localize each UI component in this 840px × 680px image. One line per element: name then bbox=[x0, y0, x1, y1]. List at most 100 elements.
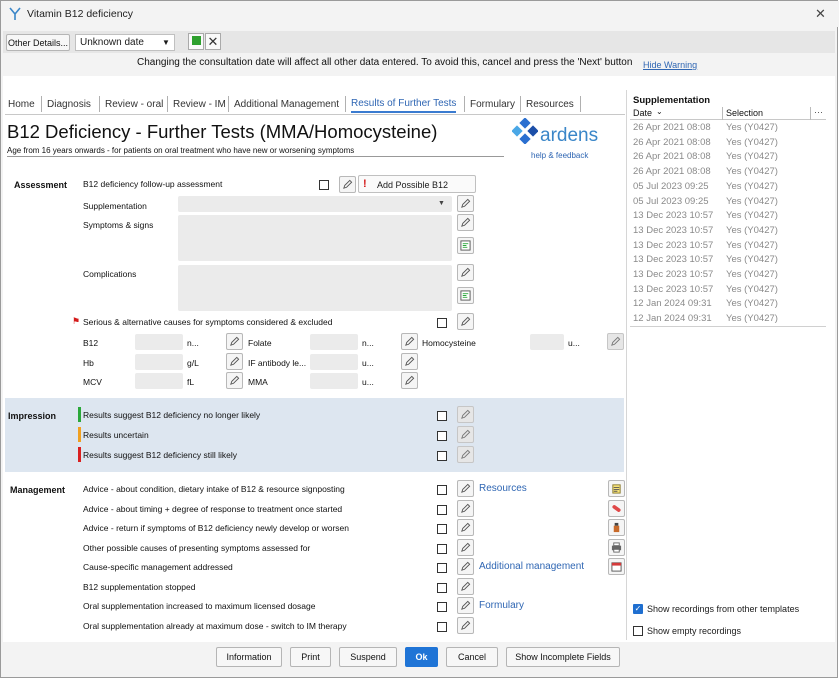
b12-value-field[interactable] bbox=[135, 334, 183, 350]
pencil-icon[interactable] bbox=[607, 333, 624, 350]
impression-color-bar bbox=[78, 447, 81, 462]
hide-warning-link[interactable]: Hide Warning bbox=[643, 60, 697, 70]
formulary-link[interactable]: Formulary bbox=[479, 600, 524, 611]
show-incomplete-fields-button[interactable]: Show Incomplete Fields bbox=[506, 647, 620, 667]
medicine-bottle-icon[interactable] bbox=[608, 519, 625, 536]
tab-resources[interactable]: Resources bbox=[526, 95, 574, 113]
tab-review-im[interactable]: Review - IM bbox=[173, 95, 226, 113]
history-row[interactable]: 26 Apr 2021 08:08 Yes (Y0427) bbox=[630, 151, 826, 165]
tab-additional-management[interactable]: Additional Management bbox=[234, 95, 339, 113]
clear-date-button[interactable]: ✕ bbox=[205, 33, 221, 50]
resources-link[interactable]: Resources bbox=[479, 483, 527, 494]
symptoms-field[interactable] bbox=[178, 215, 452, 261]
add-possible-b12-button[interactable]: ! Add Possible B12 bbox=[358, 175, 476, 193]
mma-value-field[interactable] bbox=[310, 373, 358, 389]
impression-checkbox[interactable] bbox=[437, 451, 447, 461]
show-empty-checkbox[interactable] bbox=[633, 626, 643, 636]
history-row[interactable]: 26 Apr 2021 08:08 Yes (Y0427) bbox=[630, 137, 826, 151]
tab-diagnosis[interactable]: Diagnosis bbox=[47, 95, 91, 113]
history-row[interactable]: 13 Dec 2023 10:57 Yes (Y0427) bbox=[630, 284, 826, 298]
management-checkbox[interactable] bbox=[437, 602, 447, 612]
history-row[interactable]: 05 Jul 2023 09:25 Yes (Y0427) bbox=[630, 181, 826, 195]
date-select[interactable]: Unknown date ▼ bbox=[75, 34, 175, 51]
pencil-icon[interactable] bbox=[457, 539, 474, 556]
pencil-icon[interactable] bbox=[457, 500, 474, 517]
history-row[interactable]: 13 Dec 2023 10:57 Yes (Y0427) bbox=[630, 225, 826, 239]
supplementation-select[interactable]: ▼ bbox=[178, 196, 452, 212]
pencil-icon[interactable] bbox=[457, 558, 474, 575]
followup-checkbox[interactable] bbox=[319, 180, 329, 190]
pencil-icon[interactable] bbox=[401, 333, 418, 350]
more-icon[interactable]: ⋯ bbox=[814, 107, 823, 118]
calendar-icon[interactable] bbox=[608, 558, 625, 575]
history-row[interactable]: 12 Jan 2024 09:31 Yes (Y0427) bbox=[630, 298, 826, 312]
notepad-icon[interactable] bbox=[608, 480, 625, 497]
pencil-icon[interactable] bbox=[457, 313, 474, 330]
pencil-icon[interactable] bbox=[457, 426, 474, 443]
pencil-icon[interactable] bbox=[226, 353, 243, 370]
pencil-icon[interactable] bbox=[457, 617, 474, 634]
pencil-icon[interactable] bbox=[457, 480, 474, 497]
pencil-icon[interactable] bbox=[226, 372, 243, 389]
pencil-icon[interactable] bbox=[457, 264, 474, 281]
pencil-icon[interactable] bbox=[457, 406, 474, 423]
flag-button[interactable] bbox=[188, 33, 204, 50]
tab-results-further-tests[interactable]: Results of Further Tests bbox=[351, 95, 457, 113]
history-row[interactable]: 13 Dec 2023 10:57 Yes (Y0427) bbox=[630, 254, 826, 268]
homocysteine-value-field[interactable] bbox=[530, 334, 564, 350]
history-row[interactable]: 13 Dec 2023 10:57 Yes (Y0427) bbox=[630, 210, 826, 224]
pencil-icon[interactable] bbox=[457, 446, 474, 463]
pencil-icon[interactable] bbox=[457, 597, 474, 614]
history-row[interactable]: 26 Apr 2021 08:08 Yes (Y0427) bbox=[630, 166, 826, 180]
close-icon[interactable]: ✕ bbox=[815, 6, 826, 22]
management-checkbox[interactable] bbox=[437, 524, 447, 534]
tab-formulary[interactable]: Formulary bbox=[470, 95, 515, 113]
suspend-button[interactable]: Suspend bbox=[339, 647, 397, 667]
selection-column-header[interactable]: Selection bbox=[726, 108, 763, 118]
pencil-icon[interactable] bbox=[457, 519, 474, 536]
show-other-templates-checkbox[interactable]: ✓ bbox=[633, 604, 643, 614]
hb-value-field[interactable] bbox=[135, 354, 183, 370]
other-details-button[interactable]: Other Details... bbox=[6, 34, 70, 51]
history-row[interactable]: 13 Dec 2023 10:57 Yes (Y0427) bbox=[630, 269, 826, 283]
impression-checkbox[interactable] bbox=[437, 411, 447, 421]
help-feedback-link[interactable]: help & feedback bbox=[531, 151, 588, 160]
pencil-icon[interactable] bbox=[457, 195, 474, 212]
pill-icon[interactable] bbox=[608, 500, 625, 517]
pencil-icon[interactable] bbox=[401, 353, 418, 370]
complications-field[interactable] bbox=[178, 265, 452, 311]
date-column-header[interactable]: Date bbox=[633, 108, 652, 118]
impression-checkbox[interactable] bbox=[437, 431, 447, 441]
tab-home[interactable]: Home bbox=[8, 95, 35, 113]
ardens-logo-icon bbox=[511, 117, 539, 145]
management-checkbox[interactable] bbox=[437, 622, 447, 632]
if-antibody-value-field[interactable] bbox=[310, 354, 358, 370]
history-selection: Yes (Y0427) bbox=[726, 210, 778, 222]
mcv-value-field[interactable] bbox=[135, 373, 183, 389]
serious-causes-checkbox[interactable] bbox=[437, 318, 447, 328]
information-button[interactable]: Information bbox=[216, 647, 282, 667]
history-row[interactable]: 13 Dec 2023 10:57 Yes (Y0427) bbox=[630, 240, 826, 254]
history-row[interactable]: 05 Jul 2023 09:25 Yes (Y0427) bbox=[630, 196, 826, 210]
ok-button[interactable]: Ok bbox=[405, 647, 438, 667]
pencil-icon[interactable] bbox=[457, 214, 474, 231]
history-row[interactable]: 26 Apr 2021 08:08 Yes (Y0427) bbox=[630, 122, 826, 136]
pencil-icon[interactable] bbox=[226, 333, 243, 350]
management-checkbox[interactable] bbox=[437, 505, 447, 515]
pencil-icon[interactable] bbox=[339, 176, 356, 193]
tab-review-oral[interactable]: Review - oral bbox=[105, 95, 163, 113]
additional-management-link[interactable]: Additional management bbox=[479, 561, 584, 572]
pencil-icon[interactable] bbox=[401, 372, 418, 389]
printer-icon[interactable] bbox=[608, 539, 625, 556]
management-checkbox[interactable] bbox=[437, 563, 447, 573]
add-code-icon[interactable] bbox=[457, 287, 474, 304]
history-row[interactable]: 12 Jan 2024 09:31 Yes (Y0427) bbox=[630, 313, 826, 328]
cancel-button[interactable]: Cancel bbox=[446, 647, 498, 667]
add-code-icon[interactable] bbox=[457, 237, 474, 254]
pencil-icon[interactable] bbox=[457, 578, 474, 595]
folate-value-field[interactable] bbox=[310, 334, 358, 350]
management-checkbox[interactable] bbox=[437, 583, 447, 593]
management-checkbox[interactable] bbox=[437, 544, 447, 554]
print-button[interactable]: Print bbox=[290, 647, 331, 667]
management-checkbox[interactable] bbox=[437, 485, 447, 495]
